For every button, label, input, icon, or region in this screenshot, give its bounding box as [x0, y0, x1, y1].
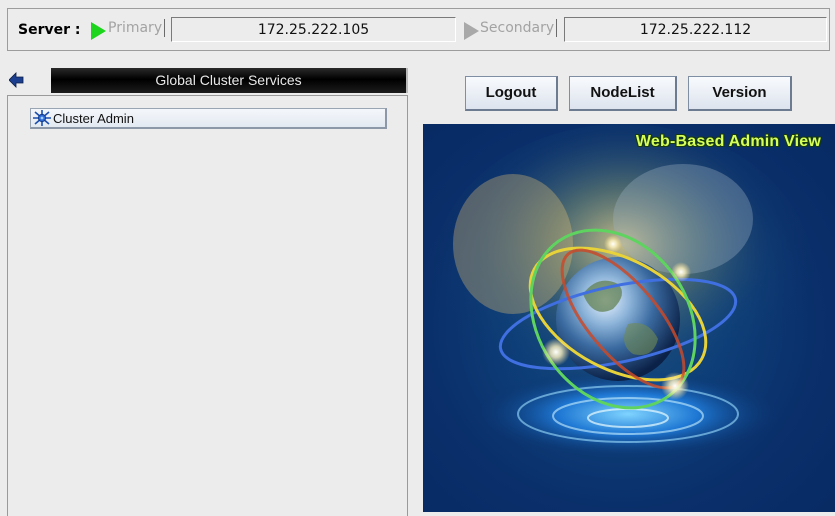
banner-title: Web-Based Admin View	[635, 133, 821, 150]
back-arrow-icon[interactable]	[9, 71, 25, 89]
server-label: Server :	[18, 22, 81, 38]
secondary-ip-field: 172.25.222.112	[564, 17, 827, 42]
secondary-role-label: Secondary	[480, 19, 558, 37]
left-panel	[7, 95, 408, 516]
section-header: Global Cluster Services	[51, 68, 408, 93]
cluster-admin-button[interactable]: Cluster Admin	[30, 108, 387, 129]
logout-button[interactable]: Logout	[465, 76, 558, 111]
server-bar: Server : Primary 172.25.222.105 Secondar…	[7, 8, 830, 51]
primary-ip-field: 172.25.222.105	[171, 17, 456, 42]
web-based-admin-banner: Web-Based Admin View	[423, 124, 835, 512]
version-button[interactable]: Version	[688, 76, 792, 111]
primary-status-icon	[91, 22, 106, 40]
cluster-admin-icon	[33, 110, 51, 126]
nodelist-button[interactable]: NodeList	[569, 76, 677, 111]
globe-image	[433, 124, 813, 459]
primary-role-label: Primary	[108, 19, 166, 37]
cluster-admin-label: Cluster Admin	[53, 111, 134, 126]
secondary-status-icon	[464, 22, 479, 40]
